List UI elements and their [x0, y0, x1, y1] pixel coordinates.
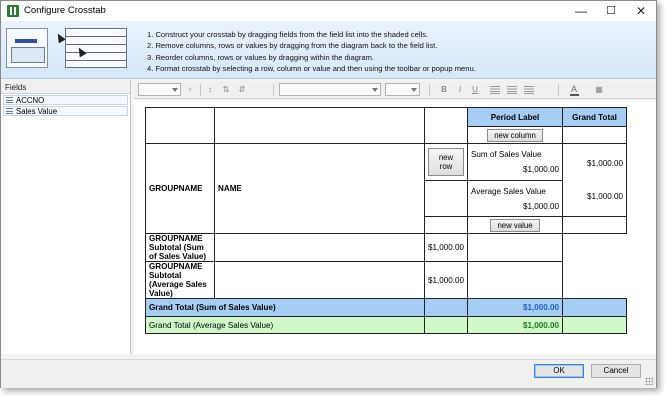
- empty-cell: [562, 126, 628, 144]
- close-button[interactable]: ✕: [626, 1, 656, 21]
- configure-crosstab-dialog: Configure Crosstab — ☐ ✕ 1. Construct yo…: [0, 0, 657, 388]
- empty-cell: [562, 316, 628, 334]
- value-amount: $1,000.00: [587, 159, 624, 168]
- empty-cell: [423, 216, 469, 234]
- align-right-icon[interactable]: [524, 86, 534, 94]
- title-bar: Configure Crosstab — ☐ ✕: [1, 1, 656, 21]
- value-amount: $1,000.00: [523, 201, 560, 211]
- corner-cell: [145, 107, 215, 144]
- empty-cell: [214, 233, 425, 262]
- italic-button[interactable]: I: [455, 84, 465, 96]
- value-label: Sum of Sales Value: [471, 150, 542, 159]
- instruction-line: 1. Construct your crosstab by dragging f…: [147, 30, 429, 39]
- minimize-button[interactable]: —: [566, 1, 596, 21]
- empty-cell: [423, 298, 469, 317]
- font-color-icon[interactable]: A: [571, 84, 577, 94]
- align-left-icon[interactable]: [490, 86, 500, 94]
- bold-button[interactable]: B: [439, 84, 449, 96]
- empty-cell: [423, 180, 469, 217]
- new-row-button[interactable]: new row: [428, 148, 465, 176]
- empty-cell: [214, 261, 425, 299]
- empty-cell: [467, 261, 564, 299]
- window-title: Configure Crosstab: [24, 5, 106, 16]
- style-combo[interactable]: [138, 83, 181, 96]
- dialog-footer: OK Cancel: [1, 359, 656, 388]
- new-column-cell: new column: [467, 126, 564, 144]
- value-amount: $1,000.00: [523, 165, 560, 174]
- grand-total-values: $1,000.00 $1,000.00: [562, 143, 628, 217]
- empty-cell: [562, 298, 628, 317]
- crosstab-diagram: Period Label Grand Total new column GROU…: [145, 107, 628, 334]
- grand-total-sum-label[interactable]: Grand Total (Sum of Sales Value): [145, 298, 425, 317]
- font-size-combo[interactable]: [385, 83, 420, 96]
- field-list-illustration-icon: [6, 28, 48, 68]
- grand-total-avg-label[interactable]: Grand Total (Average Sales Value): [145, 316, 425, 334]
- value-label: Average Sales Value: [471, 186, 546, 196]
- instruction-line: 3. Reorder columns, rows or values by dr…: [147, 52, 375, 62]
- field-item-accno[interactable]: ACCNO: [3, 95, 128, 105]
- empty-cell: [562, 216, 628, 234]
- fields-panel: Fields ACCNO Sales Value: [1, 80, 131, 354]
- corner-cell: [423, 107, 469, 144]
- field-icon: [6, 108, 13, 114]
- new-column-button[interactable]: new column: [487, 128, 543, 142]
- subtotal-avg-value: $1,000.00: [423, 261, 469, 299]
- style-options-icon[interactable]: ▫: [185, 84, 195, 96]
- value-avg-cell[interactable]: Average Sales Value $1,000.00: [467, 180, 564, 217]
- grand-total-avg-value: $1,000.00: [467, 316, 564, 334]
- underline-button[interactable]: U: [470, 84, 480, 96]
- column-header-grand-total[interactable]: Grand Total: [562, 107, 628, 127]
- new-value-cell: new value: [467, 216, 564, 234]
- instruction-line: 4. Format crosstab by selecting a row, c…: [147, 63, 476, 73]
- value-amount: $1,000.00: [587, 192, 624, 201]
- maximize-button[interactable]: ☐: [596, 1, 626, 21]
- sort-asc-icon[interactable]: ↕: [204, 84, 216, 96]
- crosstab-designer: Period Label Grand Total new column GROU…: [134, 100, 656, 354]
- crosstab-grid-illustration-icon: [65, 28, 127, 68]
- app-icon: [7, 5, 19, 17]
- clear-sort-icon[interactable]: ⇵: [235, 84, 249, 96]
- ok-button[interactable]: OK: [534, 364, 584, 378]
- empty-cell: [423, 316, 469, 334]
- instructions-text: 1. Construct your crosstab by dragging f…: [147, 29, 476, 74]
- subtotal-avg-label[interactable]: GROUPNAME Subtotal (Average Sales Value): [145, 261, 215, 299]
- grand-total-sum-value: $1,000.00: [467, 298, 564, 317]
- sort-desc-icon[interactable]: ⇅: [219, 84, 233, 96]
- resize-grip-icon[interactable]: [645, 377, 653, 385]
- row-field-name[interactable]: NAME: [214, 143, 425, 234]
- subtotal-sum-label[interactable]: GROUPNAME Subtotal (Sum of Sales Value): [145, 233, 215, 262]
- empty-cell: [467, 233, 564, 262]
- drag-cursor-icon: [54, 31, 66, 44]
- field-item-sales-value[interactable]: Sales Value: [3, 106, 128, 116]
- corner-cell: [214, 107, 425, 144]
- column-header-period-label[interactable]: Period Label: [467, 107, 564, 127]
- new-value-button[interactable]: new value: [490, 218, 540, 232]
- field-icon: [6, 97, 13, 103]
- instruction-line: 2. Remove columns, rows or values by dra…: [147, 41, 438, 51]
- fields-header: Fields: [1, 80, 130, 94]
- align-center-icon[interactable]: [507, 86, 517, 94]
- row-field-groupname[interactable]: GROUPNAME: [145, 143, 215, 234]
- value-sum-cell[interactable]: Sum of Sales Value $1,000.00: [467, 143, 564, 181]
- field-label: Sales Value: [16, 107, 58, 116]
- fill-color-icon[interactable]: ▦: [593, 84, 605, 96]
- instructions-banner: 1. Construct your crosstab by dragging f…: [1, 21, 656, 79]
- subtotal-sum-value: $1,000.00: [423, 233, 469, 262]
- new-row-cell: new row: [423, 143, 469, 181]
- format-toolbar: ▫ ↕ ⇅ ⇵ B I U A ▦: [134, 81, 656, 99]
- cancel-button[interactable]: Cancel: [591, 364, 641, 378]
- field-label: ACCNO: [16, 96, 45, 105]
- font-name-combo[interactable]: [279, 83, 381, 96]
